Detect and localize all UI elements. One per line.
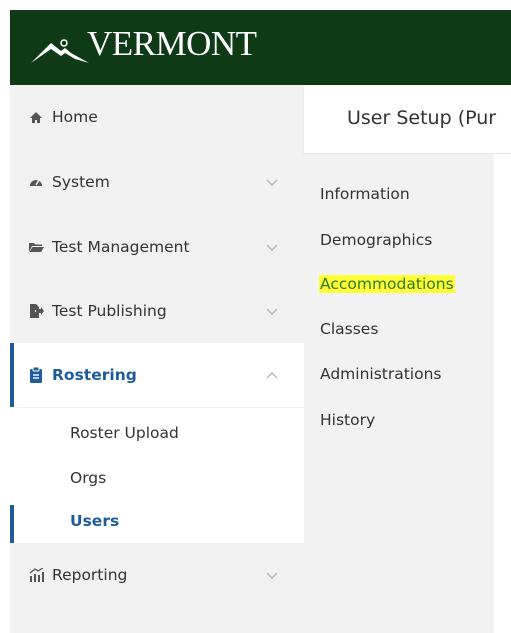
home-icon bbox=[28, 109, 44, 125]
sidebar-item-test-publishing[interactable]: Test Publishing bbox=[10, 279, 304, 343]
submenu-item-label: Users bbox=[70, 512, 120, 530]
top-banner: VERMONT bbox=[10, 10, 511, 85]
sidebar-item-system[interactable]: System bbox=[10, 150, 304, 214]
submenu-item-users[interactable]: Users bbox=[10, 501, 304, 543]
subnav-item-accommodations[interactable]: Accommodations bbox=[319, 275, 455, 293]
bar-chart-icon bbox=[28, 567, 44, 583]
mountain-icon bbox=[31, 39, 89, 63]
submenu-item-label: Orgs bbox=[70, 469, 107, 487]
export-icon bbox=[28, 303, 44, 319]
sidebar-item-reporting[interactable]: Reporting bbox=[10, 543, 304, 607]
subnav-item-demographics[interactable]: Demographics bbox=[320, 231, 432, 249]
folder-icon bbox=[28, 239, 44, 255]
vermont-logo[interactable]: VERMONT bbox=[31, 26, 257, 67]
submenu-item-roster-upload[interactable]: Roster Upload bbox=[10, 413, 304, 453]
subnav-item-classes[interactable]: Classes bbox=[320, 320, 378, 338]
sidebar-item-home[interactable]: Home bbox=[10, 85, 304, 149]
sidebar-item-label: Home bbox=[52, 108, 98, 126]
logo-text: VERMONT bbox=[87, 24, 257, 63]
sidebar-item-label: Test Publishing bbox=[52, 302, 167, 320]
subnav-item-administrations[interactable]: Administrations bbox=[320, 365, 442, 383]
active-indicator bbox=[10, 505, 14, 543]
page-header: User Setup (Pur bbox=[304, 85, 511, 154]
user-setup-subnav: Information Demographics Accommodations … bbox=[304, 154, 494, 633]
sidebar-item-label: Reporting bbox=[52, 566, 128, 584]
sidebar-item-test-management[interactable]: Test Management bbox=[10, 215, 304, 279]
active-indicator bbox=[10, 343, 14, 407]
subnav-item-information[interactable]: Information bbox=[320, 185, 410, 203]
submenu-item-label: Roster Upload bbox=[70, 424, 179, 442]
sidebar-item-label: Test Management bbox=[52, 238, 190, 256]
chevron-down-icon bbox=[265, 304, 279, 318]
chevron-down-icon bbox=[265, 240, 279, 254]
sidebar-item-rostering[interactable]: Rostering bbox=[10, 343, 304, 407]
chevron-down-icon bbox=[265, 568, 279, 582]
chevron-up-icon bbox=[265, 368, 279, 382]
clipboard-icon bbox=[28, 367, 44, 383]
sidebar-item-label: Rostering bbox=[52, 366, 137, 384]
rostering-submenu: Roster Upload Orgs Users bbox=[10, 408, 304, 543]
sidebar-item-label: System bbox=[52, 173, 110, 191]
page-title: User Setup (Pur bbox=[347, 107, 497, 129]
chevron-down-icon bbox=[265, 175, 279, 189]
subnav-item-history[interactable]: History bbox=[320, 411, 375, 429]
gauge-icon bbox=[28, 174, 44, 190]
sidebar: Home System Test Management Test Publish… bbox=[10, 85, 304, 633]
submenu-item-orgs[interactable]: Orgs bbox=[10, 458, 304, 498]
